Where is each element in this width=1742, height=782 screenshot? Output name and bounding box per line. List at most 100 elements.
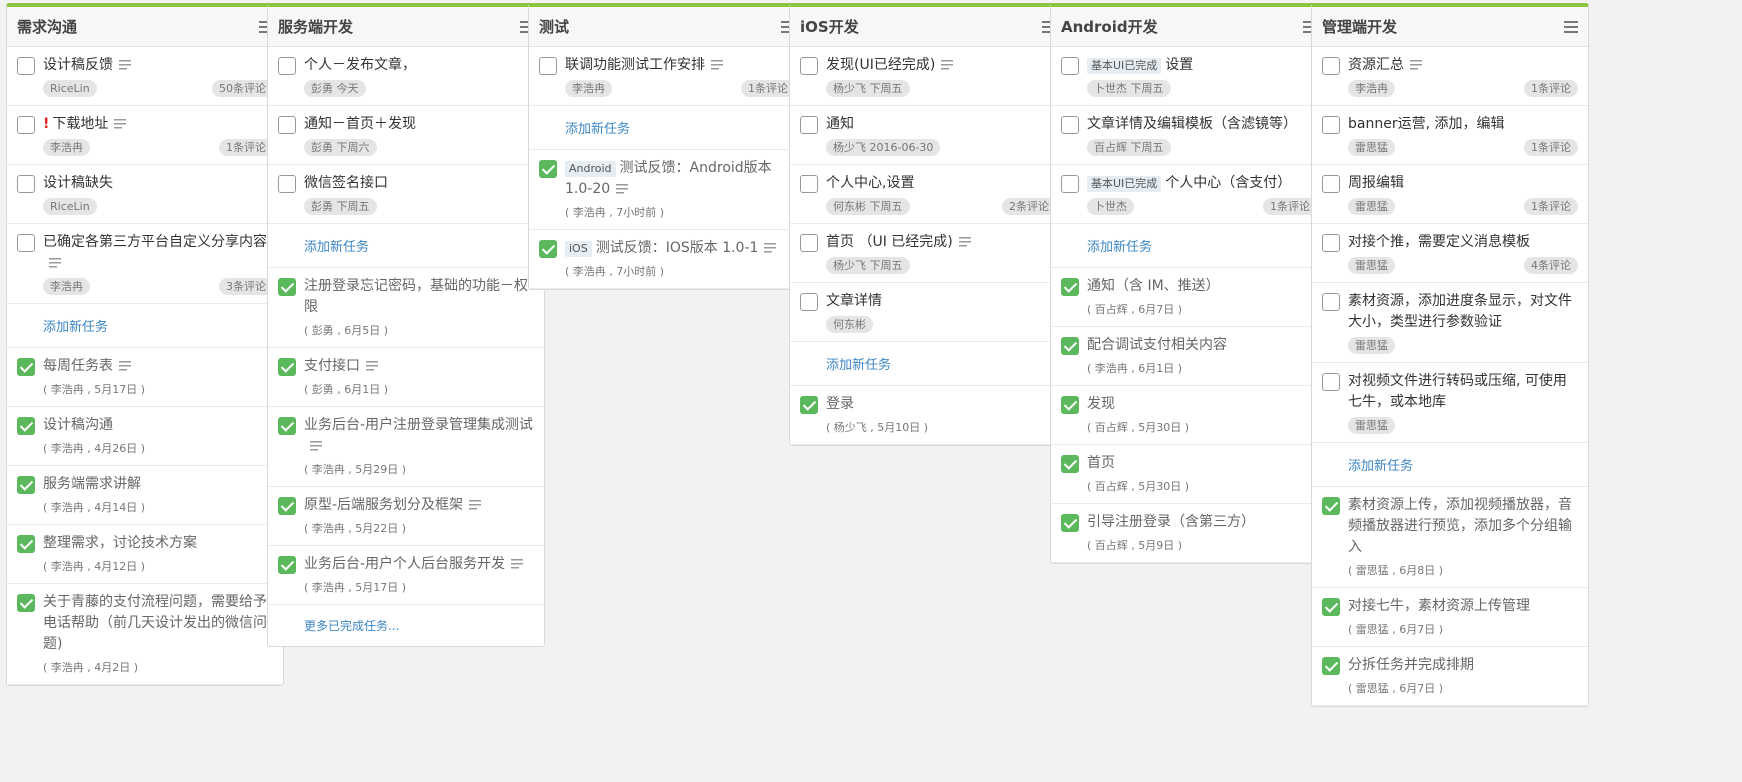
task-checkbox[interactable]: [800, 293, 818, 311]
add-task-link[interactable]: 添加新任务: [790, 342, 1066, 386]
comment-count-badge[interactable]: 4条评论: [1524, 257, 1578, 274]
completed-task-item[interactable]: 原型-后端服务划分及框架 ( 李浩冉 , 5月22日 ): [268, 487, 544, 546]
task-checkbox-checked[interactable]: [278, 417, 296, 435]
task-item[interactable]: 联调功能测试工作安排 李浩冉 1条评论: [529, 47, 805, 106]
task-item[interactable]: 基本UI已完成 个人中心（含支付） 卜世杰 1条评论: [1051, 165, 1327, 224]
task-item[interactable]: 通知 杨少飞 2016-06-30: [790, 106, 1066, 165]
task-item[interactable]: 对视频文件进行转码或压缩, 可使用七牛，或本地库 雷思猛: [1312, 363, 1588, 443]
task-checkbox-checked[interactable]: [278, 278, 296, 296]
completed-task-item[interactable]: 支付接口 ( 彭勇 , 6月1日 ): [268, 348, 544, 407]
completed-task-item[interactable]: 对接七牛，素材资源上传管理 ( 雷思猛 , 6月7日 ): [1312, 588, 1588, 647]
task-item[interactable]: 资源汇总 李浩冉 1条评论: [1312, 47, 1588, 106]
add-task-link[interactable]: 添加新任务: [268, 224, 544, 268]
add-task-link[interactable]: 添加新任务: [7, 304, 283, 348]
task-item[interactable]: ! 下载地址 李浩冉 1条评论: [7, 106, 283, 165]
task-checkbox[interactable]: [1322, 293, 1340, 311]
task-item[interactable]: 已确定各第三方平台自定义分享内容 李浩冉 3条评论: [7, 224, 283, 304]
menu-icon[interactable]: [1564, 20, 1578, 33]
add-task-link[interactable]: 添加新任务: [529, 106, 805, 150]
task-item[interactable]: 首页 （UI 已经完成) 杨少飞 下周五: [790, 224, 1066, 283]
completed-task-item[interactable]: 首页 ( 百占辉 , 5月30日 ): [1051, 445, 1327, 504]
task-checkbox-checked[interactable]: [278, 497, 296, 515]
task-checkbox[interactable]: [1061, 175, 1079, 193]
completed-task-item[interactable]: 通知（含 IM、推送） ( 百占辉 , 6月7日 ): [1051, 268, 1327, 327]
completed-task-item[interactable]: 配合调试支付相关内容 ( 李浩冉 , 6月1日 ): [1051, 327, 1327, 386]
task-checkbox-checked[interactable]: [1061, 514, 1079, 532]
completed-task-item[interactable]: 素材资源上传，添加视频播放器，音频播放器进行预览，添加多个分组输入 ( 雷思猛 ,…: [1312, 487, 1588, 588]
comment-count-badge[interactable]: 1条评论: [1524, 198, 1578, 215]
task-checkbox-checked[interactable]: [17, 535, 35, 553]
completed-task-item[interactable]: 设计稿沟通 ( 李浩冉 , 4月26日 ): [7, 407, 283, 466]
more-completed-link[interactable]: 更多已完成任务...: [268, 605, 544, 646]
task-checkbox-checked[interactable]: [278, 358, 296, 376]
task-item[interactable]: 基本UI已完成 设置 卜世杰 下周五: [1051, 47, 1327, 106]
task-checkbox-checked[interactable]: [1322, 657, 1340, 675]
task-checkbox-checked[interactable]: [1061, 396, 1079, 414]
task-checkbox-checked[interactable]: [539, 160, 557, 178]
task-checkbox-checked[interactable]: [1322, 598, 1340, 616]
task-checkbox[interactable]: [17, 175, 35, 193]
task-checkbox-checked[interactable]: [1061, 278, 1079, 296]
task-checkbox[interactable]: [800, 175, 818, 193]
task-item[interactable]: 发现(UI已经完成) 杨少飞 下周五: [790, 47, 1066, 106]
comment-count-badge[interactable]: 2条评论: [1002, 198, 1056, 215]
completed-task-item[interactable]: Android 测试反馈：Android版本 1.0-20 ( 李浩冉 , 7小时前…: [529, 150, 805, 230]
completed-task-item[interactable]: 业务后台-用户个人后台服务开发 ( 李浩冉 , 5月17日 ): [268, 546, 544, 605]
task-checkbox[interactable]: [1322, 175, 1340, 193]
task-checkbox-checked[interactable]: [17, 594, 35, 612]
task-checkbox[interactable]: [539, 57, 557, 75]
task-checkbox[interactable]: [1322, 57, 1340, 75]
task-checkbox-checked[interactable]: [800, 396, 818, 414]
comment-count-badge[interactable]: 1条评论: [1263, 198, 1317, 215]
completed-task-item[interactable]: 服务端需求讲解 ( 李浩冉 , 4月14日 ): [7, 466, 283, 525]
comment-count-badge[interactable]: 50条评论: [212, 80, 273, 97]
task-item[interactable]: 周报编辑 雷思猛 1条评论: [1312, 165, 1588, 224]
task-item[interactable]: 设计稿缺失 RiceLin: [7, 165, 283, 224]
task-checkbox-checked[interactable]: [1322, 497, 1340, 515]
task-checkbox-checked[interactable]: [17, 476, 35, 494]
task-checkbox-checked[interactable]: [1061, 337, 1079, 355]
task-checkbox[interactable]: [1322, 373, 1340, 391]
task-checkbox-checked[interactable]: [1061, 455, 1079, 473]
task-item[interactable]: 个人－发布文章， 彭勇 今天: [268, 47, 544, 106]
completed-task-item[interactable]: 关于青藤的支付流程问题，需要给予电话帮助（前几天设计发出的微信问题) ( 李浩冉 …: [7, 584, 283, 685]
completed-task-item[interactable]: 分拆任务并完成排期 ( 雷思猛 , 6月7日 ): [1312, 647, 1588, 706]
completed-task-item[interactable]: 每周任务表 ( 李浩冉 , 5月17日 ): [7, 348, 283, 407]
completed-task-item[interactable]: 整理需求，讨论技术方案 ( 李浩冉 , 4月12日 ): [7, 525, 283, 584]
task-checkbox-checked[interactable]: [539, 240, 557, 258]
task-item[interactable]: 设计稿反馈 RiceLin 50条评论: [7, 47, 283, 106]
comment-count-badge[interactable]: 1条评论: [219, 139, 273, 156]
task-checkbox[interactable]: [278, 57, 296, 75]
task-checkbox-checked[interactable]: [17, 417, 35, 435]
task-checkbox-checked[interactable]: [278, 556, 296, 574]
task-item[interactable]: banner运营, 添加，编辑 雷思猛 1条评论: [1312, 106, 1588, 165]
add-task-link[interactable]: 添加新任务: [1051, 224, 1327, 268]
completed-task-item[interactable]: 引导注册登录（含第三方） ( 百占辉 , 5月9日 ): [1051, 504, 1327, 563]
completed-task-item[interactable]: 业务后台-用户注册登录管理集成测试 ( 李浩冉 , 5月29日 ): [268, 407, 544, 487]
task-checkbox[interactable]: [1061, 116, 1079, 134]
task-item[interactable]: 文章详情及编辑模板（含滤镜等） 百占辉 下周五: [1051, 106, 1327, 165]
task-checkbox[interactable]: [800, 57, 818, 75]
task-item[interactable]: 对接个推，需要定义消息模板 雷思猛 4条评论: [1312, 224, 1588, 283]
task-checkbox[interactable]: [17, 234, 35, 252]
task-item[interactable]: 微信签名接口 彭勇 下周五: [268, 165, 544, 224]
comment-count-badge[interactable]: 1条评论: [1524, 80, 1578, 97]
comment-count-badge[interactable]: 3条评论: [219, 278, 273, 295]
completed-task-item[interactable]: 登录 ( 杨少飞 , 5月10日 ): [790, 386, 1066, 445]
task-checkbox[interactable]: [278, 116, 296, 134]
task-item[interactable]: 素材资源，添加进度条显示，对文件大小，类型进行参数验证 雷思猛: [1312, 283, 1588, 363]
completed-task-item[interactable]: 发现 ( 百占辉 , 5月30日 ): [1051, 386, 1327, 445]
completed-task-item[interactable]: iOS 测试反馈：IOS版本 1.0-1 ( 李浩冉 , 7小时前 ): [529, 230, 805, 289]
comment-count-badge[interactable]: 1条评论: [1524, 139, 1578, 156]
task-checkbox[interactable]: [278, 175, 296, 193]
task-checkbox[interactable]: [1322, 234, 1340, 252]
add-task-link[interactable]: 添加新任务: [1312, 443, 1588, 487]
task-checkbox[interactable]: [1322, 116, 1340, 134]
task-checkbox[interactable]: [17, 116, 35, 134]
task-item[interactable]: 文章详情 何东彬: [790, 283, 1066, 342]
task-item[interactable]: 个人中心,设置 何东彬 下周五 2条评论: [790, 165, 1066, 224]
task-checkbox-checked[interactable]: [17, 358, 35, 376]
completed-task-item[interactable]: 注册登录忘记密码，基础的功能－权限 ( 彭勇 , 6月5日 ): [268, 268, 544, 348]
task-item[interactable]: 通知－首页＋发现 彭勇 下周六: [268, 106, 544, 165]
task-checkbox[interactable]: [1061, 57, 1079, 75]
